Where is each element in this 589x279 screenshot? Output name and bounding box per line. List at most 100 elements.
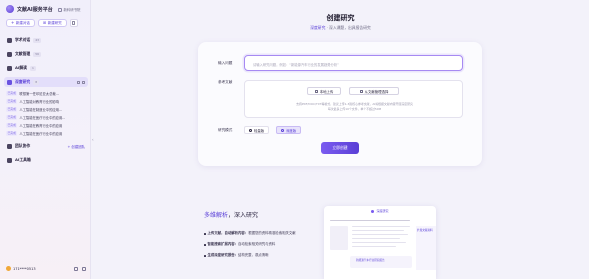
sidebar-item-label: 深度研究 (15, 79, 31, 84)
preview-card-title: 新能源汽车行业研究报告 (356, 259, 385, 262)
list-item-title: 人工智能对教育行业的影响 (19, 99, 59, 104)
folder-icon (7, 51, 12, 57)
sidebar-toggle-button[interactable] (69, 19, 78, 27)
mode-quick-label: 轻量版 (254, 128, 265, 133)
list-item: 生成深度研究报告：结构完整，观点清晰 (204, 253, 334, 258)
library-select-label: 从文献管理选择 (364, 89, 389, 94)
new-chat-button[interactable]: + 新建对话 (6, 19, 35, 27)
toolbox-icon (7, 157, 12, 163)
radio-icon (249, 128, 252, 132)
message-icon[interactable] (74, 266, 78, 271)
new-chat-label: 新建对话 (15, 20, 30, 25)
preview-line (352, 234, 408, 236)
preview-line (330, 220, 410, 222)
topic-input[interactable]: 请输入研究问题，例如：“新能源汽车行业的发展趋势分析” (244, 55, 463, 71)
reference-upload-area[interactable]: 本地上传 从文献管理选择 支持PDF/DOC/TXT等格式，建议上传1-3篇核心… (244, 80, 463, 118)
topic-label: 输入问题 (218, 61, 233, 65)
local-upload-label: 本地上传 (319, 89, 334, 94)
list-item-title: 联想第一任印尼亚太总裁... (19, 91, 59, 96)
upload-hint-1: 支持PDF/DOC/TXT等格式，建议上传1-3篇核心参考文献，AI将根据文献内… (296, 102, 413, 106)
create-team-link[interactable]: + 创建团队 (68, 144, 85, 149)
brand-link-label: 新科研书院 (63, 8, 81, 12)
preview-header-label: 深度研究 (376, 209, 389, 213)
create-research-form: 输入问题 请输入研究问题，例如：“新能源汽车行业的发展趋势分析” 参考文献 本地… (198, 42, 482, 166)
bullet-icon (204, 233, 206, 235)
preview-line (352, 242, 406, 244)
avatar[interactable] (6, 266, 11, 271)
brand[interactable]: 文献AI服务平台 (6, 5, 53, 13)
library-icon (359, 89, 363, 93)
sidebar-item-label: 学术对话 (15, 37, 31, 42)
local-upload-button[interactable]: 本地上传 (307, 87, 341, 95)
page-subtitle: 深度研究 · 深入课题，出具报告研究 (310, 25, 371, 30)
plus-icon: + (11, 20, 15, 25)
user-actions (74, 266, 86, 271)
sidebar-item-label: 团队协作 (15, 143, 31, 148)
edit-icon[interactable] (77, 80, 80, 84)
main-content: 创建研究 深度研究 · 深入课题，出具报告研究 输入问题 请输入研究问题，例如：… (92, 0, 589, 279)
user-bar: 171****0513 (6, 266, 86, 271)
mode-quick-option[interactable]: 轻量版 (244, 126, 270, 134)
research-icon (371, 209, 375, 213)
preview-line (352, 226, 410, 228)
mode-label: 研究模式 (218, 128, 233, 132)
feature-title-b: 深入研究 (234, 212, 259, 219)
list-item: 上传文献，自动解析内容：根据您的资料精准检索相关文献 (204, 231, 334, 236)
chat-icon (7, 37, 12, 43)
sidebar-actions: + 新建对话 ⊞ 新建研究 (6, 19, 78, 27)
radio-checked-icon (281, 128, 284, 132)
bullet-icon (204, 244, 206, 246)
list-item-title: 人工智能在制造业中的应用... (19, 107, 63, 112)
sidebar-item-academic[interactable]: 学术对话 43 (4, 35, 88, 45)
mode-deep-label: 深度版 (286, 128, 297, 133)
create-button[interactable]: 立即创建 (321, 142, 359, 154)
feature-item-bold: 智能搜索扩展内容： (207, 242, 239, 246)
feature-item-text: 自动检索相关研究与资料 (238, 242, 276, 246)
book-icon (7, 65, 12, 71)
sidebar-item-ai-read[interactable]: AI解读 1 (4, 63, 88, 73)
feature-item-bold: 生成深度研究报告： (207, 253, 239, 257)
upload-icon (314, 89, 318, 93)
list-item-title: 人工智能在教育行业中的应用 (19, 123, 63, 128)
list-item[interactable]: 已完成 联想第一任印尼亚太总裁... (4, 89, 88, 97)
list-item[interactable]: 已完成 人工智能在制造业中的应用... (4, 105, 88, 113)
bullet-icon (204, 255, 206, 257)
sidebar-item-literature[interactable]: 文献管理 56 (4, 49, 88, 59)
list-item[interactable]: 已完成 人工智能对教育行业的影响 (4, 97, 88, 105)
sidebar-item-label: AI解读 (15, 65, 27, 70)
subtitle-highlight: 深度研究 (310, 25, 326, 30)
section-actions (77, 80, 85, 84)
brand-link[interactable]: 新科研书院 (58, 7, 80, 12)
count-badge: 1 (29, 65, 36, 71)
mode-deep-option[interactable]: 深度版 (276, 126, 302, 134)
settings-icon[interactable] (82, 266, 86, 271)
sidebar-item-team[interactable]: 团队协作 + 创建团队 (4, 141, 88, 151)
feature-title-a: 多维解析 (204, 212, 229, 219)
library-select-button[interactable]: 从文献管理选择 (349, 87, 399, 95)
preview-line (352, 246, 396, 248)
list-item[interactable]: 已完成 人工智能在医疗行业中的应用 (4, 129, 88, 137)
status-badge: 已完成 (6, 106, 18, 112)
sidebar-item-label: AI工具箱 (15, 157, 31, 162)
list-item[interactable]: 已完成 人工智能在医疗行业中的应用... (4, 113, 88, 121)
preview-card: 新能源汽车行业研究报告 (350, 256, 412, 268)
preview-sidebar (416, 226, 436, 270)
topic-placeholder: 请输入研究问题，例如：“新能源汽车行业的发展趋势分析” (253, 62, 339, 67)
preview-block (330, 226, 348, 250)
feature-item-text: 结构完整，观点清晰 (238, 253, 269, 257)
count-badge: 43 (33, 37, 42, 43)
sidebar-item-tools[interactable]: AI工具箱 (4, 155, 88, 165)
list-item[interactable]: 已完成 人工智能在教育行业中的应用 (4, 121, 88, 129)
preview-image: 深度研究 扩展文献资料 新能源汽车行业研究报告 (324, 206, 436, 279)
more-icon[interactable] (82, 80, 85, 84)
brand-logo-icon (6, 5, 14, 13)
sidebar-item-research[interactable]: 深度研究 8 (4, 77, 88, 87)
status-badge: 已完成 (6, 114, 18, 120)
new-research-button[interactable]: ⊞ 新建研究 (37, 19, 67, 27)
research-icon: ⊞ (42, 20, 47, 25)
sidebar-item-label: 文献管理 (15, 51, 31, 56)
preview-line (352, 230, 404, 232)
sidebar: 文献AI服务平台 新科研书院 + 新建对话 ⊞ 新建研究 学术对话 43 文献管… (0, 0, 91, 279)
status-badge: 已完成 (6, 98, 18, 104)
team-icon (7, 143, 12, 149)
